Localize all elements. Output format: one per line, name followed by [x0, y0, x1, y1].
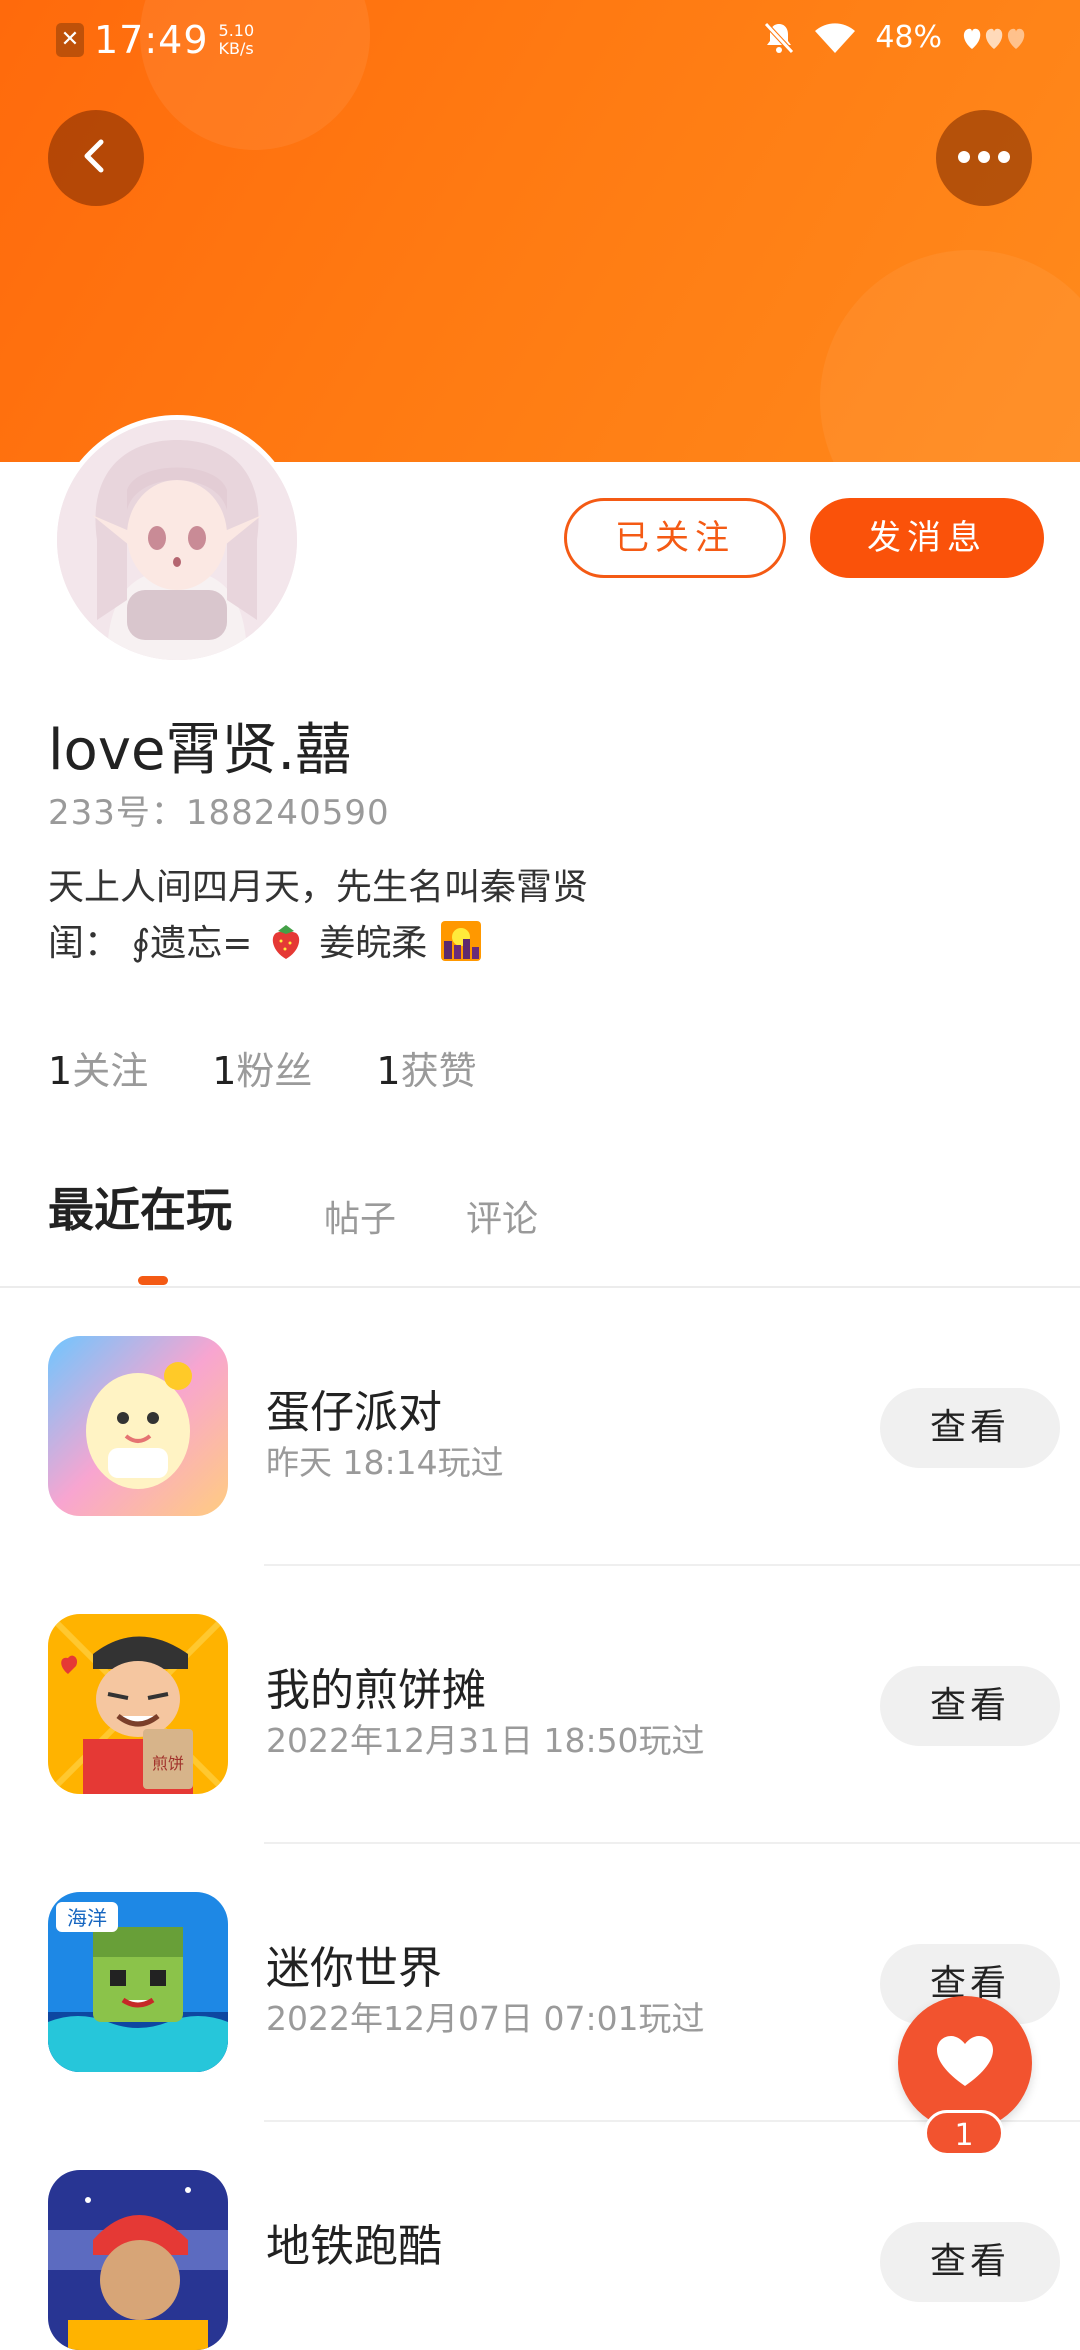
- game-name: 我的煎饼摊: [266, 1665, 486, 1716]
- send-message-button[interactable]: 发消息: [810, 498, 1044, 578]
- game-last-played: 2022年12月31日 18:50玩过: [266, 1721, 705, 1760]
- followers-stat[interactable]: 1粉丝: [212, 1040, 312, 1095]
- heart-icon: [935, 2034, 995, 2092]
- status-time: 17:49: [94, 18, 209, 62]
- active-tab-indicator: [138, 1276, 168, 1285]
- game-last-played: 昨天 18:14玩过: [266, 1443, 504, 1482]
- game-row[interactable]: 海洋 迷你世界 2022年12月07日 07:01玩过 查看: [48, 1892, 1060, 2072]
- followed-button[interactable]: 已关注: [564, 498, 786, 578]
- bio: 天上人间四月天，先生名叫秦霄贤 闺： ∮遗忘= 姜皖柔: [48, 867, 589, 964]
- game-row[interactable]: 地铁跑酷 查看: [48, 2170, 1060, 2350]
- chevron-left-icon: [76, 136, 116, 180]
- city-sunset-icon: [440, 921, 481, 961]
- game-last-played: 2022年12月07日 07:01玩过: [266, 1999, 705, 2038]
- notification-x-icon: ✕: [56, 23, 84, 57]
- svg-text:海洋: 海洋: [67, 1906, 107, 1930]
- avatar-image: [57, 420, 297, 660]
- game-row[interactable]: 煎饼 我的煎饼摊 2022年12月31日 18:50玩过 查看: [48, 1614, 1060, 1794]
- view-button[interactable]: 查看: [880, 1666, 1060, 1746]
- following-stat[interactable]: 1关注: [48, 1040, 148, 1095]
- favorite-count-badge: 1: [924, 2110, 1004, 2156]
- more-horizontal-icon: [956, 149, 1012, 168]
- view-button[interactable]: 查看: [880, 2222, 1060, 2302]
- profile-stats: 1关注 1粉丝 1获赞: [48, 1040, 477, 1095]
- divider: [264, 1564, 1080, 1566]
- game-icon-mini-world[interactable]: 海洋: [48, 1892, 228, 2072]
- divider: [264, 1842, 1080, 1844]
- profile-header: ✕ 17:49 5.10 KB/s 48%: [0, 0, 1080, 462]
- network-speed: 5.10 KB/s: [218, 21, 255, 58]
- game-name: 蛋仔派对: [266, 1387, 442, 1438]
- tab-comments[interactable]: 评论: [466, 1190, 538, 1250]
- game-name: 迷你世界: [266, 1943, 442, 1994]
- battery-percent: 48%: [875, 20, 942, 55]
- wifi-icon: [813, 21, 857, 55]
- game-name: 地铁跑酷: [266, 2221, 442, 2272]
- more-button[interactable]: [936, 110, 1032, 206]
- strawberry-icon: [266, 921, 306, 961]
- game-icon-subway-surfers[interactable]: [48, 2170, 228, 2350]
- game-row[interactable]: 蛋仔派对 昨天 18:14玩过 查看: [48, 1336, 1060, 1516]
- likes-stat[interactable]: 1获赞: [376, 1040, 476, 1095]
- game-icon-pancake-stall[interactable]: 煎饼: [48, 1614, 228, 1794]
- heart-battery-icon: [960, 23, 1030, 53]
- profile-tabs: 最近在玩 帖子 评论: [48, 1180, 1048, 1280]
- status-bar: ✕ 17:49 5.10 KB/s 48%: [0, 0, 1080, 80]
- mute-bell-icon: [763, 21, 795, 55]
- svg-text:煎饼: 煎饼: [152, 1754, 184, 1773]
- view-button[interactable]: 查看: [880, 1388, 1060, 1468]
- user-id: 233号：188240590: [48, 793, 390, 833]
- divider: [0, 1286, 1080, 1288]
- tab-posts[interactable]: 帖子: [324, 1190, 396, 1250]
- back-button[interactable]: [48, 110, 144, 206]
- tab-recently-played[interactable]: 最近在玩: [48, 1180, 232, 1240]
- username: love霄贤.囍: [48, 718, 352, 783]
- game-icon-eggy-party[interactable]: [48, 1336, 228, 1516]
- avatar[interactable]: [52, 415, 302, 665]
- header-decoration: [820, 250, 1080, 462]
